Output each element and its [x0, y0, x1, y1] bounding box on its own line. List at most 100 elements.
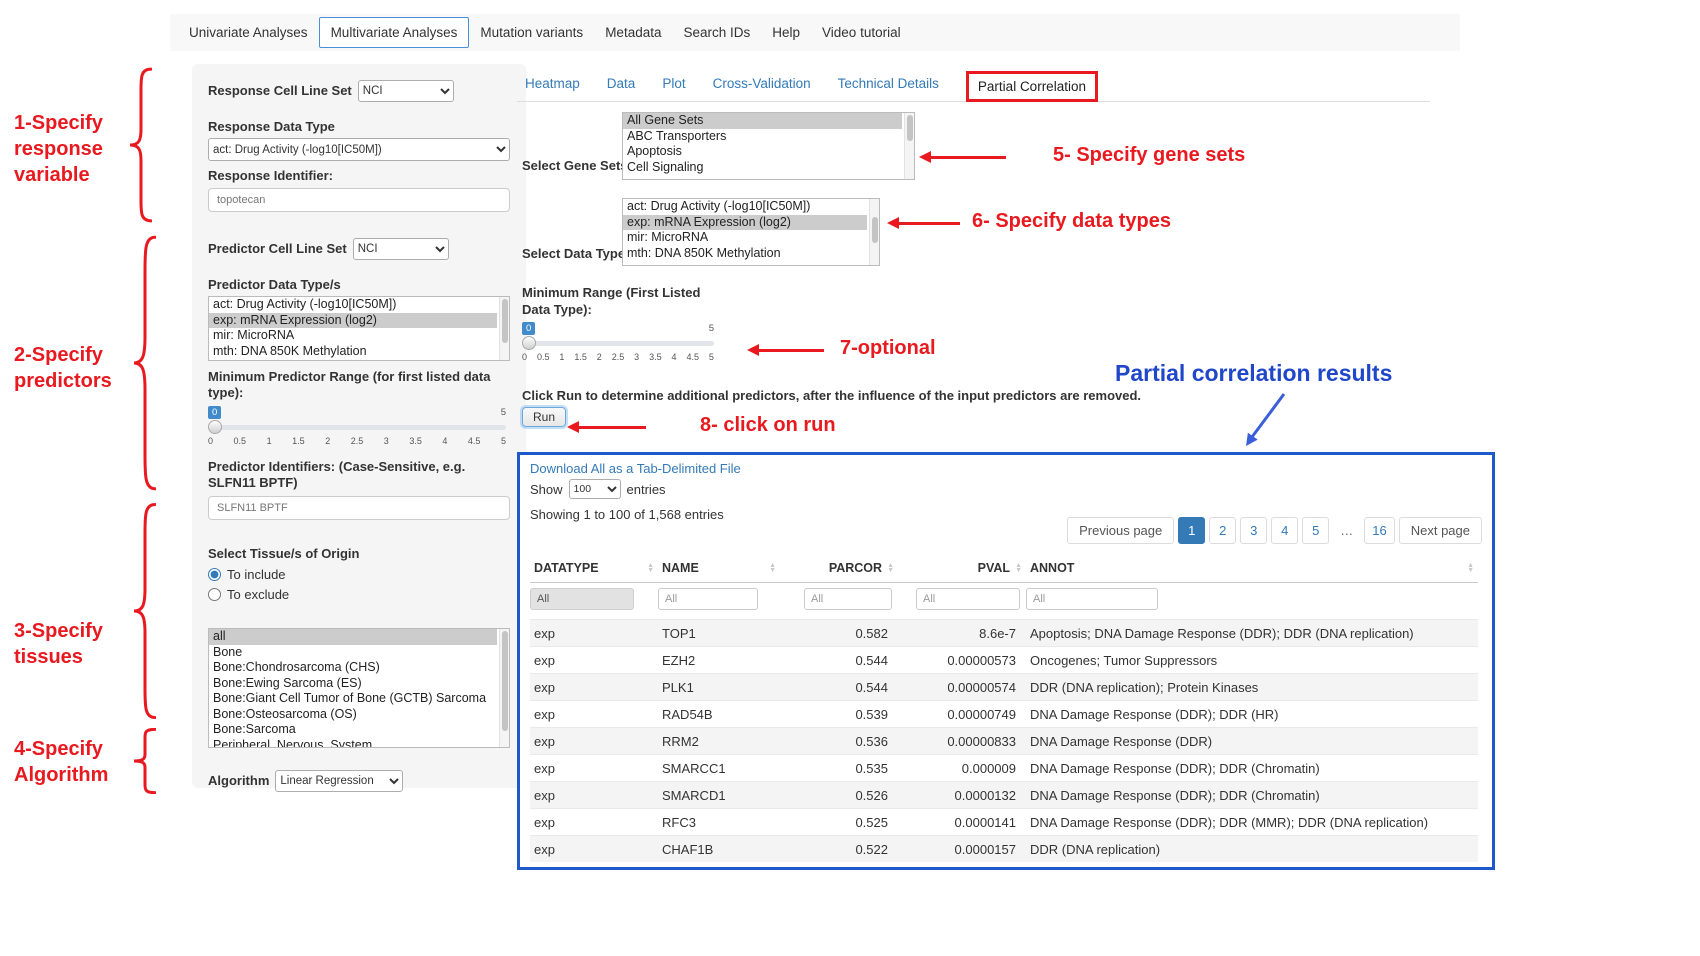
nav-item-video-tutorial[interactable]: Video tutorial	[811, 18, 912, 47]
cell-pval: 0.0000157	[898, 836, 1026, 863]
scrollbar[interactable]	[499, 297, 509, 360]
slider-handle[interactable]	[208, 420, 222, 434]
slider-tick-label: 3.5	[409, 436, 422, 446]
header-annot[interactable]: ANNOT▲▼	[1026, 555, 1478, 583]
list-option[interactable]: Bone:Chondrosarcoma (CHS)	[209, 660, 497, 676]
pagination-page-1[interactable]: 1	[1178, 517, 1205, 544]
cell-pval: 0.00000749	[898, 701, 1026, 728]
sort-icon[interactable]: ▲▼	[887, 563, 894, 574]
next-page-button[interactable]: Next page	[1399, 517, 1482, 544]
pagination: Previous page 12345…16 Next page	[1063, 517, 1482, 544]
arrow-step6	[898, 222, 960, 225]
nav-item-multivariate-analyses[interactable]: Multivariate Analyses	[319, 17, 470, 48]
tab-partial-correlation[interactable]: Partial Correlation	[966, 71, 1098, 102]
list-option[interactable]: mir: MicroRNA	[209, 328, 497, 344]
column-filter-datatype[interactable]	[530, 588, 634, 610]
table-row[interactable]: expRRM20.5360.00000833DNA Damage Respons…	[530, 728, 1478, 755]
column-filter-name[interactable]	[658, 588, 758, 610]
table-row[interactable]: expPLK10.5440.00000574DDR (DNA replicati…	[530, 674, 1478, 701]
list-option[interactable]: Cell Signaling	[623, 160, 902, 176]
nav-item-help[interactable]: Help	[761, 18, 811, 47]
tab-cross-validation[interactable]: Cross-Validation	[713, 76, 811, 91]
list-option[interactable]: mth: DNA 850K Methylation	[209, 344, 497, 360]
download-link[interactable]: Download All as a Tab-Delimited File	[530, 461, 1482, 476]
list-option[interactable]: Bone:Sarcoma	[209, 722, 497, 738]
tab-data[interactable]: Data	[607, 76, 636, 91]
list-option[interactable]: ABC Transporters	[623, 129, 902, 145]
response-identifier-input[interactable]	[208, 188, 510, 212]
pagination-page-3[interactable]: 3	[1240, 517, 1267, 544]
table-row[interactable]: expTOP10.5828.6e-7Apoptosis; DNA Damage …	[530, 620, 1478, 647]
list-option[interactable]: all	[209, 629, 497, 645]
sort-icon[interactable]: ▲▼	[1015, 563, 1022, 574]
nav-item-mutation-variants[interactable]: Mutation variants	[469, 18, 594, 47]
slider-track[interactable]	[208, 425, 506, 430]
include-radio[interactable]	[208, 568, 221, 581]
cell-annot: DNA Damage Response (DDR); DDR (HR)	[1026, 701, 1478, 728]
nav-item-univariate-analyses[interactable]: Univariate Analyses	[178, 18, 319, 47]
nav-item-metadata[interactable]: Metadata	[594, 18, 672, 47]
tab-technical-details[interactable]: Technical Details	[838, 76, 939, 91]
min-range-slider: 0 5 00.511.522.533.544.55	[522, 322, 714, 362]
predictor-cell-line-set-select[interactable]: NCI	[353, 238, 449, 260]
column-filter-annot[interactable]	[1026, 588, 1158, 610]
list-option[interactable]: Peripheral_Nervous_System	[209, 738, 497, 749]
list-option[interactable]: All Gene Sets	[623, 113, 902, 129]
filter-row	[530, 583, 1478, 620]
header-pval[interactable]: PVAL▲▼	[898, 555, 1026, 583]
header-name[interactable]: NAME▲▼	[658, 555, 780, 583]
header-parcor[interactable]: PARCOR▲▼	[780, 555, 898, 583]
tab-heatmap[interactable]: Heatmap	[525, 76, 580, 91]
scrollbar[interactable]	[869, 199, 879, 265]
cell-name: RFC3	[658, 809, 780, 836]
list-option[interactable]: act: Drug Activity (-log10[IC50M])	[623, 199, 867, 215]
nav-item-search-ids[interactable]: Search IDs	[672, 18, 761, 47]
table-row[interactable]: expRFC30.5250.0000141DNA Damage Response…	[530, 809, 1478, 836]
pagination-page-4[interactable]: 4	[1271, 517, 1298, 544]
table-row[interactable]: expEZH20.5440.00000573Oncogenes; Tumor S…	[530, 647, 1478, 674]
exclude-radio[interactable]	[208, 588, 221, 601]
sort-icon[interactable]: ▲▼	[1467, 563, 1474, 574]
pagination-page-16[interactable]: 16	[1364, 517, 1394, 544]
response-cell-line-set-select[interactable]: NCI	[358, 80, 454, 102]
list-option[interactable]: exp: mRNA Expression (log2)	[209, 313, 497, 329]
list-option[interactable]: mth: DNA 850K Methylation	[623, 246, 867, 262]
list-option[interactable]: exp: mRNA Expression (log2)	[623, 215, 867, 231]
cell-pval: 8.6e-7	[898, 620, 1026, 647]
pagination-page-5[interactable]: 5	[1302, 517, 1329, 544]
pagination-page-2[interactable]: 2	[1209, 517, 1236, 544]
page-length-select[interactable]: 100	[569, 479, 621, 499]
sort-icon[interactable]: ▲▼	[769, 563, 776, 574]
algorithm-select[interactable]: Linear Regression	[275, 770, 403, 792]
table-row[interactable]: expCHAF1B0.5220.0000157DDR (DNA replicat…	[530, 836, 1478, 863]
table-row[interactable]: expSMARCD10.5260.0000132DNA Damage Respo…	[530, 782, 1478, 809]
sort-icon[interactable]: ▲▼	[647, 563, 654, 574]
list-option[interactable]: Apoptosis	[623, 144, 902, 160]
list-option[interactable]: Bone:Giant Cell Tumor of Bone (GCTB) Sar…	[209, 691, 497, 707]
previous-page-button[interactable]: Previous page	[1067, 517, 1174, 544]
scrollbar[interactable]	[904, 113, 914, 179]
table-row[interactable]: expRAD54B0.5390.00000749DNA Damage Respo…	[530, 701, 1478, 728]
predictor-identifiers-label: Predictor Identifiers: (Case-Sensitive, …	[208, 459, 508, 491]
annotation-step6: 6- Specify data types	[972, 210, 1171, 233]
arrow-step5	[930, 156, 1006, 159]
slider-handle[interactable]	[522, 336, 536, 350]
table-row[interactable]: expSMARCC10.5350.000009DNA Damage Respon…	[530, 755, 1478, 782]
run-button[interactable]: Run	[522, 407, 566, 427]
cell-name: CHAF1B	[658, 836, 780, 863]
list-option[interactable]: Bone:Ewing Sarcoma (ES)	[209, 676, 497, 692]
brace-step2	[130, 232, 156, 494]
header-datatype[interactable]: DATATYPE▲▼	[530, 555, 658, 583]
predictor-identifiers-input[interactable]	[208, 496, 510, 520]
scrollbar[interactable]	[499, 629, 509, 747]
response-data-type-select[interactable]: act: Drug Activity (-log10[IC50M])	[208, 138, 510, 161]
list-option[interactable]: Bone	[209, 645, 497, 661]
column-filter-parcor[interactable]	[804, 588, 892, 610]
list-option[interactable]: act: Drug Activity (-log10[IC50M])	[209, 297, 497, 313]
slider-track[interactable]	[522, 341, 714, 346]
list-option[interactable]: Bone:Osteosarcoma (OS)	[209, 707, 497, 723]
column-filter-pval[interactable]	[916, 588, 1020, 610]
tab-plot[interactable]: Plot	[662, 76, 685, 91]
top-nav: Univariate AnalysesMultivariate Analyses…	[170, 14, 1460, 51]
list-option[interactable]: mir: MicroRNA	[623, 230, 867, 246]
